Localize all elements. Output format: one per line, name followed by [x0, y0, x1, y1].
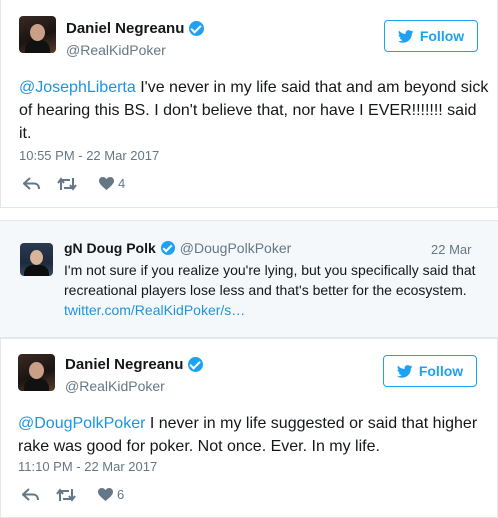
- tweet-actions: 4: [23, 176, 125, 191]
- quoted-date[interactable]: 22 Mar: [431, 242, 471, 257]
- verified-icon: [188, 357, 204, 372]
- display-name[interactable]: Daniel Negreanu: [66, 20, 184, 37]
- timestamp[interactable]: 10:55 PM - 22 Mar 2017: [19, 148, 159, 163]
- display-name[interactable]: Daniel Negreanu: [65, 356, 183, 373]
- author-handle[interactable]: @RealKidPoker: [65, 378, 165, 394]
- reply-icon: [23, 176, 40, 190]
- author-handle[interactable]: @RealKidPoker: [66, 42, 166, 58]
- like-count: 4: [118, 176, 126, 191]
- heart-icon: [99, 177, 114, 190]
- like-button[interactable]: 4: [99, 176, 125, 191]
- follow-button[interactable]: Follow: [383, 355, 477, 387]
- timestamp[interactable]: 11:10 PM - 22 Mar 2017: [18, 459, 157, 474]
- twitter-bird-icon: [396, 364, 413, 378]
- mention-link[interactable]: @DougPolkPoker: [18, 415, 145, 432]
- follow-label: Follow: [418, 363, 464, 379]
- retweet-button[interactable]: [57, 176, 99, 191]
- verified-icon: [189, 21, 205, 36]
- quoted-link[interactable]: twitter.com/RealKidPoker/s…: [64, 302, 245, 318]
- tweet-text: @DougPolkPoker I never in my life sugges…: [18, 412, 488, 458]
- reply-button[interactable]: [23, 176, 57, 191]
- follow-button[interactable]: Follow: [384, 20, 478, 52]
- tweet-card: Daniel Negreanu @RealKidPoker Follow @Jo…: [0, 0, 498, 208]
- retweet-button[interactable]: [56, 487, 98, 502]
- author-name-row[interactable]: Daniel Negreanu: [66, 20, 205, 37]
- verified-icon: [160, 241, 175, 255]
- follow-label: Follow: [419, 28, 465, 44]
- avatar[interactable]: [19, 16, 56, 53]
- retweet-icon: [57, 176, 77, 191]
- twitter-bird-icon: [397, 29, 414, 43]
- quoted-display-name[interactable]: gN Doug Polk: [64, 240, 156, 256]
- retweet-icon: [56, 487, 76, 502]
- tweet-actions: 6: [22, 487, 124, 502]
- like-count: 6: [117, 487, 125, 502]
- author-name-row[interactable]: Daniel Negreanu: [65, 356, 204, 373]
- quoted-handle[interactable]: @DougPolkPoker: [180, 240, 292, 256]
- tweet-text: @JosephLiberta I've never in my life sai…: [19, 76, 489, 145]
- like-button[interactable]: 6: [98, 487, 124, 502]
- reply-button[interactable]: [22, 487, 56, 502]
- mention-link[interactable]: @JosephLiberta: [19, 79, 136, 96]
- heart-icon: [98, 488, 113, 501]
- avatar[interactable]: [18, 354, 55, 391]
- quoted-body: I'm not sure if you realize you're lying…: [64, 262, 476, 298]
- quoted-avatar[interactable]: [20, 243, 53, 276]
- reply-icon: [22, 487, 39, 501]
- quoted-author-row[interactable]: gN Doug Polk @DougPolkPoker: [64, 240, 291, 256]
- quoted-text: I'm not sure if you realize you're lying…: [64, 260, 484, 320]
